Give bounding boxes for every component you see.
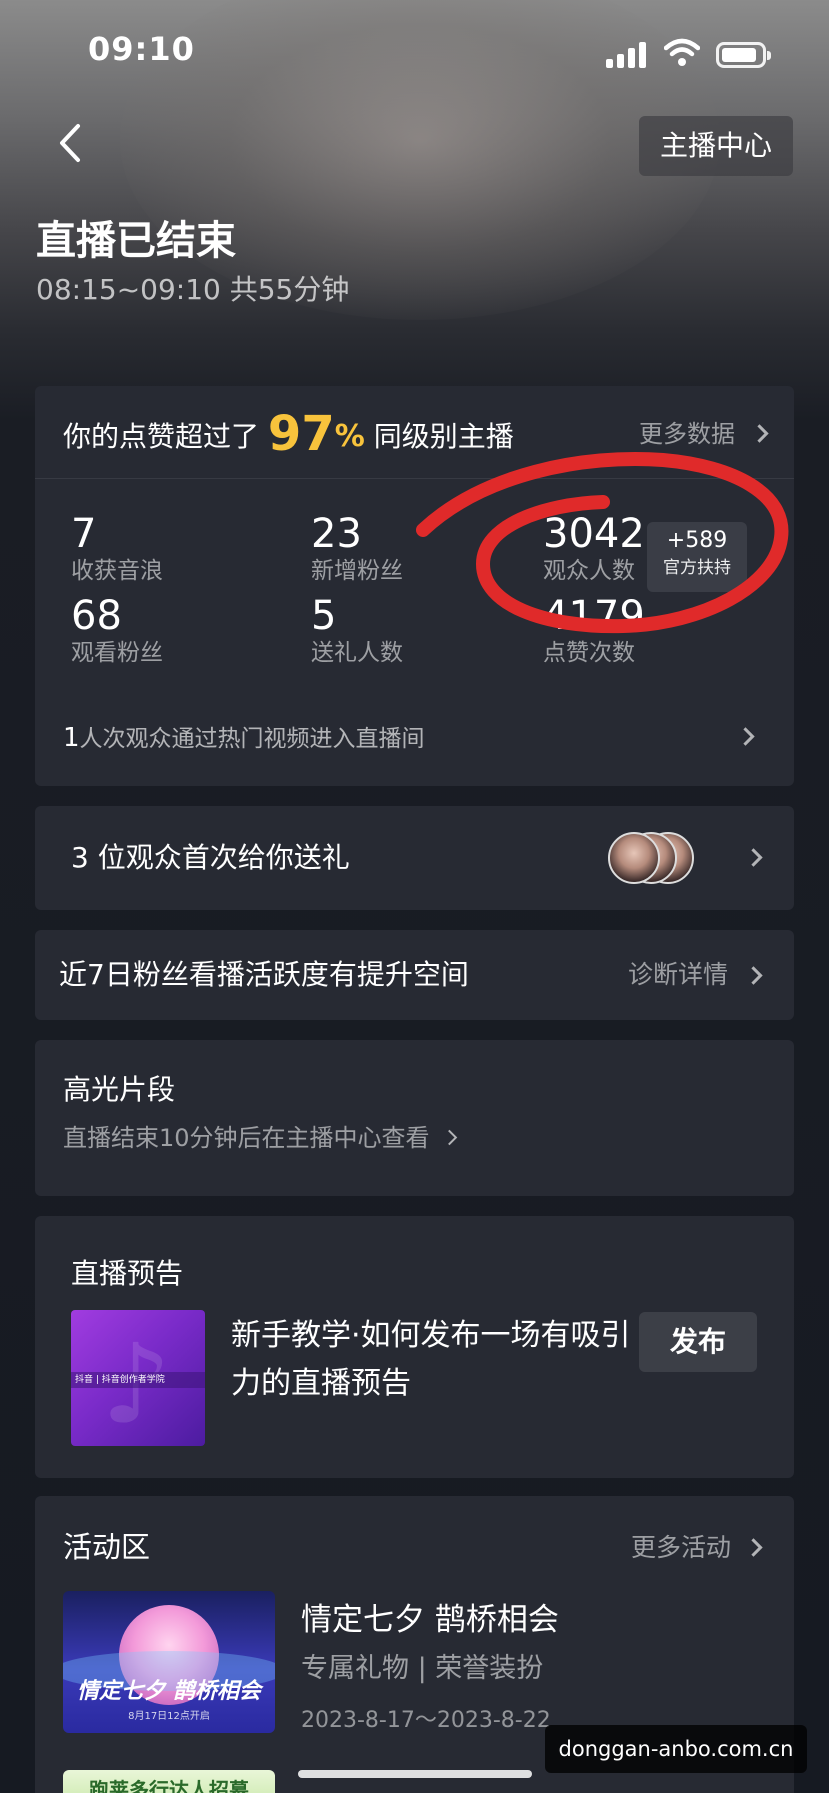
stat-value: 68: [71, 593, 122, 639]
highlight-clips-card: 高光片段 直播结束10分钟后在主播中心查看: [35, 1040, 794, 1196]
activity-name[interactable]: 情定七夕 鹊桥相会: [301, 1594, 559, 1639]
more-activities-link[interactable]: 更多活动: [630, 1528, 763, 1564]
stat-watching-fans: 68 观看粉丝: [71, 594, 291, 668]
home-indicator[interactable]: [298, 1770, 532, 1778]
preview-title: 直播预告: [71, 1257, 184, 1290]
hot-video-entry-row[interactable]: 1人次观众通过热门视频进入直播间: [63, 716, 766, 760]
chevron-right-icon: [744, 848, 763, 867]
recruit-banner[interactable]: 跑莱多行达人招募: [63, 1770, 275, 1793]
status-bar: 09:10: [0, 0, 829, 110]
chevron-right-icon: [744, 966, 763, 985]
stat-label: 观看粉丝: [71, 640, 163, 666]
preview-tutorial-text[interactable]: 新手教学·如何发布一场有吸引力的直播预告: [231, 1312, 631, 1408]
activity-title: 活动区: [63, 1530, 151, 1564]
watermark: donggan-anbo.com.cn: [545, 1725, 807, 1773]
poster-date: 8月17日12点开启: [128, 1711, 210, 1722]
live-preview-card: 直播预告 ♪ 抖音 | 抖音创作者学院 新手教学·如何发布一场有吸引力的直播预告…: [35, 1216, 794, 1478]
chevron-right-icon: [736, 727, 755, 746]
red-annotation-circle: [416, 451, 789, 634]
activity-dates: 2023-8-17～2023-8-22: [301, 1708, 551, 1733]
hot-count: 1: [63, 723, 80, 753]
publish-button[interactable]: 发布: [639, 1312, 757, 1372]
stat-value: 7: [71, 511, 97, 557]
fan-activity-card[interactable]: 近7日粉丝看播活跃度有提升空间 诊断详情: [35, 930, 794, 1020]
battery-icon: [716, 42, 771, 68]
likes-prefix: 你的点赞超过了: [63, 420, 260, 453]
activity-poster[interactable]: 情定七夕 鹊桥相会 8月17日12点开启: [63, 1591, 275, 1733]
avatar: [608, 832, 660, 884]
live-duration: 08:15~09:10 共55分钟: [36, 273, 350, 306]
live-ended-page: 09:10 主播中心 直播已结束 08:15~09:10 共55分钟 你的点赞超…: [0, 0, 829, 1793]
wifi-icon: [664, 38, 700, 66]
activity-tags: 专属礼物 | 荣誉装扮: [301, 1653, 544, 1684]
highlight-subtitle: 直播结束10分钟后在主播中心查看: [63, 1124, 430, 1152]
stat-label: 收获音浪: [71, 558, 163, 584]
diagnose-details-link[interactable]: 诊断详情: [628, 930, 728, 1020]
first-gift-card[interactable]: 3 位观众首次给你送礼: [35, 806, 794, 910]
thumb-caption: 抖音 | 抖音创作者学院: [71, 1372, 205, 1388]
likes-percent-sign: %: [334, 419, 365, 454]
tutorial-thumbnail[interactable]: ♪ 抖音 | 抖音创作者学院: [71, 1310, 205, 1446]
anchor-center-button[interactable]: 主播中心: [639, 116, 793, 176]
status-time: 09:10: [88, 30, 195, 68]
more-activities-label: 更多活动: [630, 1533, 731, 1562]
first-gift-text: 3 位观众首次给你送礼: [71, 841, 350, 874]
highlight-subtitle-link[interactable]: 直播结束10分钟后在主播中心查看: [63, 1118, 457, 1153]
highlight-title: 高光片段: [63, 1073, 176, 1106]
gift-avatars: [608, 832, 728, 884]
poster-title: 情定七夕 鹊桥相会: [77, 1679, 261, 1704]
hot-text: 人次观众通过热门视频进入直播间: [79, 726, 425, 752]
page-title: 直播已结束: [36, 218, 236, 264]
fan-activity-text: 近7日粉丝看播活跃度有提升空间: [59, 958, 469, 991]
back-arrow-icon[interactable]: [52, 118, 92, 168]
stat-sound-waves: 7 收获音浪: [71, 512, 291, 586]
signal-icon: [606, 42, 648, 68]
likes-percent: 97: [267, 406, 335, 462]
chevron-right-icon: [744, 1538, 763, 1557]
chevron-right-icon: [441, 1129, 457, 1146]
